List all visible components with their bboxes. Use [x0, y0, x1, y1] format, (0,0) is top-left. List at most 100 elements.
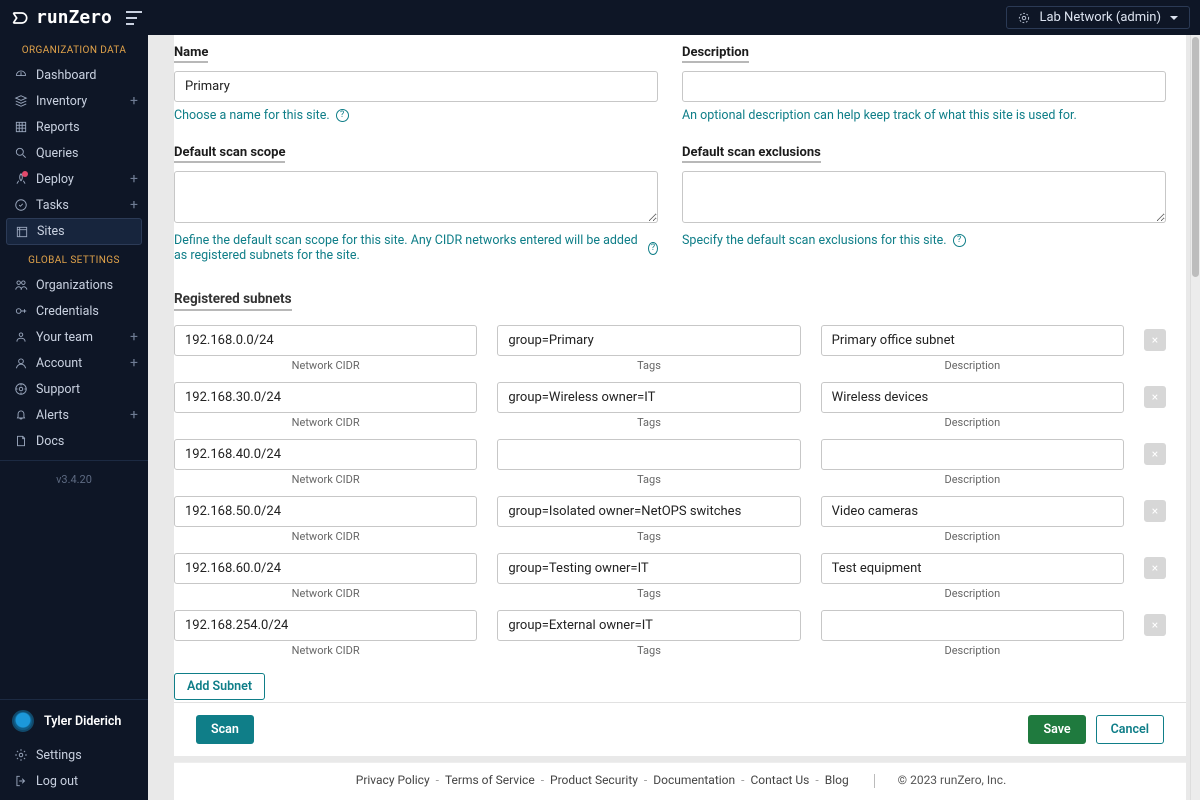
footer-link[interactable]: Contact Us: [750, 773, 809, 787]
sidebar-item-dashboard[interactable]: Dashboard: [0, 62, 148, 88]
remove-subnet-button[interactable]: ×: [1144, 614, 1166, 636]
scan-scope-input[interactable]: [174, 171, 658, 223]
notification-dot-icon: [22, 171, 28, 177]
sidebar-item-queries[interactable]: Queries: [0, 140, 148, 166]
subnet-col-caption: Network CIDR: [174, 644, 477, 657]
subnet-col-caption: Network CIDR: [174, 587, 477, 600]
subnet-col-caption: Network CIDR: [174, 416, 477, 429]
subnet-desc-input[interactable]: [821, 382, 1124, 413]
help-icon[interactable]: ?: [953, 234, 966, 247]
subnet-cidr-input[interactable]: [174, 610, 477, 641]
organizations-icon: [14, 278, 28, 292]
target-icon: [1017, 11, 1031, 25]
plus-icon[interactable]: +: [130, 198, 138, 212]
sidebar-item-docs[interactable]: Docs: [0, 428, 148, 454]
sidebar-item-deploy[interactable]: Deploy+: [0, 166, 148, 192]
footer-link[interactable]: Terms of Service: [445, 773, 535, 787]
remove-subnet-button[interactable]: ×: [1144, 386, 1166, 408]
subnet-desc-input[interactable]: [821, 496, 1124, 527]
cancel-button[interactable]: Cancel: [1096, 715, 1164, 744]
subnet-desc-input[interactable]: [821, 325, 1124, 356]
remove-subnet-button[interactable]: ×: [1144, 329, 1166, 351]
scrollbar[interactable]: [1190, 35, 1200, 800]
org-selector-label: Lab Network (admin): [1039, 10, 1161, 25]
site-name-input[interactable]: [174, 71, 658, 102]
main: Name Choose a name for this site. ? Desc…: [148, 35, 1200, 800]
description-label: Description: [682, 45, 749, 63]
subnet-tags-input[interactable]: [497, 439, 800, 470]
subnet-cidr-input[interactable]: [174, 325, 477, 356]
footer-link[interactable]: Product Security: [550, 773, 638, 787]
footer-link[interactable]: Documentation: [653, 773, 735, 787]
subnet-desc-input[interactable]: [821, 610, 1124, 641]
sidebar-item-support[interactable]: Support: [0, 376, 148, 402]
subnet-tags-input[interactable]: [497, 496, 800, 527]
sidebar-item-credentials[interactable]: Credentials: [0, 298, 148, 324]
sidebar-item-settings[interactable]: Settings: [0, 742, 148, 768]
subnet-row: Network CIDRTagsDescription×: [174, 496, 1166, 543]
subnet-row: Network CIDRTagsDescription×: [174, 610, 1166, 657]
subnet-tags-input[interactable]: [497, 610, 800, 641]
subnet-tags-input[interactable]: [497, 553, 800, 584]
sidebar-item-log-out[interactable]: Log out: [0, 768, 148, 794]
scan-exclusions-input[interactable]: [682, 171, 1166, 223]
help-icon[interactable]: ?: [336, 109, 349, 122]
sidebar-item-organizations[interactable]: Organizations: [0, 272, 148, 298]
sidebar-item-label: Settings: [36, 748, 82, 763]
plus-icon[interactable]: +: [130, 356, 138, 370]
remove-subnet-button[interactable]: ×: [1144, 443, 1166, 465]
save-button[interactable]: Save: [1028, 715, 1085, 744]
menu-toggle-icon[interactable]: [126, 11, 142, 25]
sidebar-item-reports[interactable]: Reports: [0, 114, 148, 140]
name-label: Name: [174, 45, 208, 63]
subnet-tags-input[interactable]: [497, 325, 800, 356]
sidebar-item-alerts[interactable]: Alerts+: [0, 402, 148, 428]
subnet-cidr-input[interactable]: [174, 496, 477, 527]
add-subnet-button[interactable]: Add Subnet: [174, 673, 265, 700]
subnet-row: Network CIDRTagsDescription×: [174, 553, 1166, 600]
subnet-tags-input[interactable]: [497, 382, 800, 413]
footer-link[interactable]: Blog: [825, 773, 849, 787]
sidebar-item-sites[interactable]: Sites: [6, 218, 142, 245]
subnet-cidr-input[interactable]: [174, 553, 477, 584]
log-out-icon: [14, 774, 28, 788]
subnet-col-caption: Tags: [497, 473, 800, 486]
version-label: v3.4.20: [0, 467, 148, 492]
sidebar-item-inventory[interactable]: Inventory+: [0, 88, 148, 114]
scan-button[interactable]: Scan: [196, 715, 254, 744]
plus-icon[interactable]: +: [130, 408, 138, 422]
footer-link[interactable]: Privacy Policy: [356, 773, 430, 787]
plus-icon[interactable]: +: [130, 330, 138, 344]
site-description-input[interactable]: [682, 71, 1166, 102]
separator: -: [741, 773, 744, 787]
subnet-desc-input[interactable]: [821, 439, 1124, 470]
sidebar-item-label: Your team: [36, 330, 93, 345]
subnet-row: Network CIDRTagsDescription×: [174, 325, 1166, 372]
action-bar: Scan Save Cancel: [174, 702, 1186, 756]
subnet-col-caption: Description: [821, 473, 1124, 486]
current-user[interactable]: Tyler Diderich: [0, 699, 148, 742]
sidebar-item-label: Docs: [36, 434, 64, 449]
help-icon[interactable]: ?: [648, 242, 658, 255]
reports-icon: [14, 120, 28, 134]
sidebar-item-account[interactable]: Account+: [0, 350, 148, 376]
plus-icon[interactable]: +: [130, 172, 138, 186]
plus-icon[interactable]: +: [130, 94, 138, 108]
org-selector[interactable]: Lab Network (admin): [1006, 6, 1190, 29]
subnet-desc-input[interactable]: [821, 553, 1124, 584]
sidebar-item-your-team[interactable]: Your team +: [0, 324, 148, 350]
subnet-cidr-input[interactable]: [174, 439, 477, 470]
sidebar-item-tasks[interactable]: Tasks+: [0, 192, 148, 218]
exclusions-helper: Specify the default scan exclusions for …: [682, 233, 947, 248]
your-team-icon: [14, 330, 28, 344]
brand-logo[interactable]: runZero: [10, 7, 112, 28]
remove-subnet-button[interactable]: ×: [1144, 500, 1166, 522]
account-icon: [14, 356, 28, 370]
remove-subnet-button[interactable]: ×: [1144, 557, 1166, 579]
subnet-cidr-input[interactable]: [174, 382, 477, 413]
subnet-col-caption: Description: [821, 416, 1124, 429]
exclusions-label: Default scan exclusions: [682, 145, 821, 163]
subnet-row: Network CIDRTagsDescription×: [174, 382, 1166, 429]
inventory-icon: [14, 94, 28, 108]
sidebar-item-label: Dashboard: [36, 68, 96, 83]
